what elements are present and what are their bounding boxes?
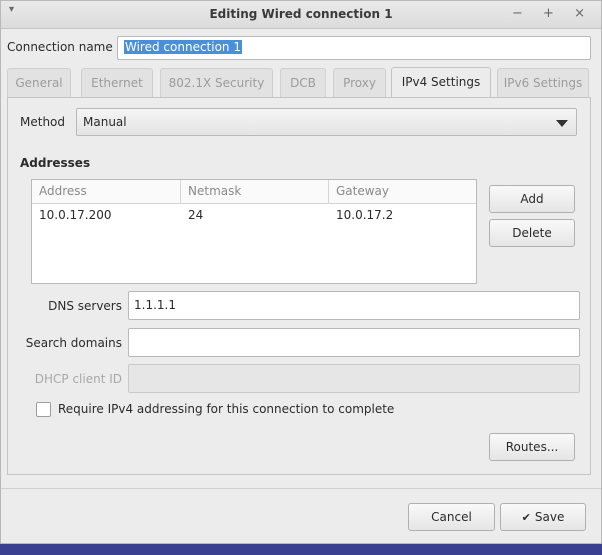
method-label: Method [20,115,66,129]
connection-name-value: Wired connection 1 [124,40,242,54]
tab-ethernet[interactable]: Ethernet [81,68,153,98]
window-controls: − + × [512,6,593,21]
tab-8021x-security[interactable]: 802.1X Security [160,68,273,98]
address-cell: 10.0.17.200 [39,208,112,222]
tab-dcb[interactable]: DCB [280,68,326,98]
tab-proxy[interactable]: Proxy [333,68,386,98]
netmask-cell: 24 [188,208,204,222]
tab-ipv6-settings[interactable]: IPv6 Settings [497,68,589,98]
search-domains-label: Search domains [25,336,122,350]
column-header-gateway[interactable]: Gateway [329,180,476,204]
addresses-table[interactable]: Address Netmask Gateway 10.0.17.200 24 1… [31,179,477,284]
tab-general[interactable]: General [7,68,71,98]
column-header-address[interactable]: Address [32,180,181,204]
close-icon[interactable]: × [574,6,593,21]
column-header-netmask[interactable]: Netmask [181,180,329,204]
gateway-cell: 10.0.17.2 [336,208,394,222]
ipv4-settings-panel: Method Manual Addresses Address Netmask … [7,97,591,475]
dhcp-client-id-label: DHCP client ID [34,372,122,386]
table-header: Address Netmask Gateway [32,180,476,204]
routes-button[interactable]: Routes... [489,433,575,461]
checkmark-icon: ✔ [521,511,531,524]
connection-name-label: Connection name [7,40,113,54]
method-value: Manual [83,115,127,129]
minimize-icon[interactable]: − [512,6,531,21]
save-button[interactable]: ✔ Save [500,503,586,531]
title-bar: ▾ Editing Wired connection 1 − + × [1,1,601,29]
delete-address-button[interactable]: Delete [489,219,575,247]
connection-name-row: Connection name Wired connection 1 [7,36,591,60]
require-ipv4-label[interactable]: Require IPv4 addressing for this connect… [58,402,394,416]
tab-ipv4-settings[interactable]: IPv4 Settings [391,67,491,98]
footer-divider [1,488,601,489]
maximize-icon[interactable]: + [543,6,562,21]
dns-servers-value: 1.1.1.1 [134,298,176,312]
search-domains-input[interactable] [128,328,580,357]
dns-servers-label: DNS servers [48,299,122,313]
cancel-button[interactable]: Cancel [408,503,495,531]
chevron-down-icon [556,120,568,127]
require-ipv4-checkbox[interactable] [36,402,51,417]
edit-connection-dialog: ▾ Editing Wired connection 1 − + × Conne… [0,0,602,544]
table-row[interactable]: 10.0.17.200 24 10.0.17.2 [32,205,476,227]
connection-name-input[interactable]: Wired connection 1 [117,36,591,60]
save-button-label: Save [534,510,565,524]
window-title: Editing Wired connection 1 [209,7,393,21]
addresses-heading: Addresses [20,156,91,170]
dns-servers-input[interactable]: 1.1.1.1 [128,291,580,320]
method-dropdown[interactable]: Manual [76,108,577,136]
dhcp-client-id-input [128,364,580,393]
add-address-button[interactable]: Add [489,185,575,213]
